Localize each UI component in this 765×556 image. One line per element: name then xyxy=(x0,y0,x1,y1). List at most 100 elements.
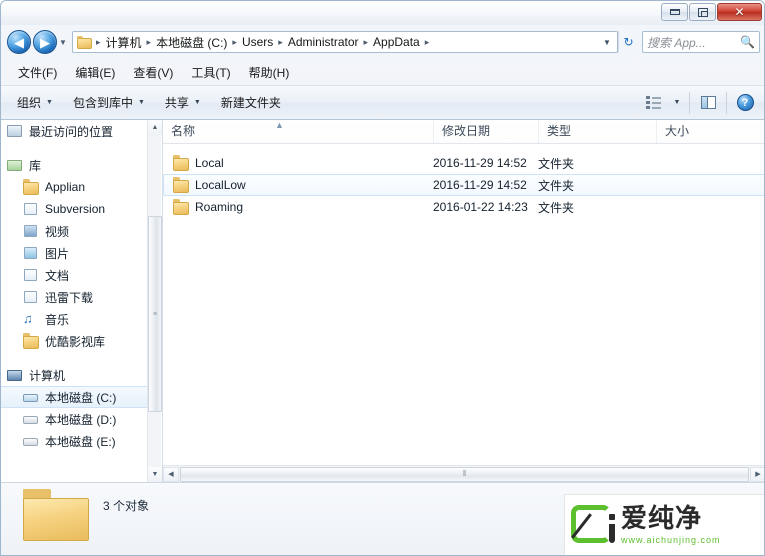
new-folder-label: 新建文件夹 xyxy=(220,96,281,110)
file-rows: Local 2016-11-29 14:52 文件夹 LocalLow 2016… xyxy=(163,144,764,218)
music-icon: ♫ xyxy=(23,311,33,326)
menu-item-view[interactable]: 查看(V) xyxy=(124,61,182,84)
horizontal-scrollbar-thumb[interactable]: ⦀ xyxy=(180,466,749,482)
restore-button[interactable] xyxy=(689,3,716,21)
breadcrumb-item-appdata[interactable]: AppData xyxy=(370,34,423,50)
scroll-down-arrow-icon[interactable]: ▼ xyxy=(148,467,162,482)
file-name-cell: LocalLow xyxy=(164,177,433,193)
breadcrumb-item-users[interactable]: Users xyxy=(239,34,276,50)
help-button[interactable]: ? xyxy=(730,90,760,115)
document-icon xyxy=(23,267,39,283)
sidebar-item-youku-library[interactable]: 优酷影视库 xyxy=(1,330,148,352)
change-view-button[interactable] xyxy=(638,90,668,115)
toolbar: 组织 ▼ 包含到库中 ▼ 共享 ▼ 新建文件夹 ▼ ? xyxy=(1,85,764,120)
toolbar-separator xyxy=(689,91,690,114)
change-view-dropdown[interactable]: ▼ xyxy=(668,90,686,115)
sidebar-item-subversion[interactable]: Subversion xyxy=(1,198,148,220)
table-row[interactable]: Roaming 2016-01-22 14:23 文件夹 xyxy=(163,196,764,218)
sidebar-item-label: 库 xyxy=(29,158,42,173)
include-in-library-button[interactable]: 包含到库中 ▼ xyxy=(63,90,155,115)
sidebar-item-label: 本地磁盘 (D:) xyxy=(45,412,117,427)
sidebar-item-local-disk-c[interactable]: 本地磁盘 (C:) xyxy=(1,386,148,408)
watermark-text: 爱纯净 www.aichunjing.com xyxy=(621,505,721,545)
breadcrumb-item-administrator[interactable]: Administrator xyxy=(285,34,362,50)
scroll-up-arrow-icon[interactable]: ▲ xyxy=(148,120,162,135)
sidebar-item-music[interactable]: ♫ 音乐 xyxy=(1,308,148,330)
close-button[interactable]: ✕ xyxy=(717,3,762,21)
address-bar-row: ◀ ▶ ▼ ▸ 计算机 ▸ 本地磁盘 (C:) ▸ Users ▸ Admini… xyxy=(1,25,764,59)
sort-indicator-icon: ▲ xyxy=(275,120,284,130)
window-controls: ✕ xyxy=(661,3,762,21)
share-button[interactable]: 共享 ▼ xyxy=(155,90,211,115)
breadcrumb-separator: ▸ xyxy=(363,36,369,47)
sidebar-item-label: Applian xyxy=(45,180,86,194)
sidebar-scrollbar[interactable]: ▲ ≡ ▼ xyxy=(147,120,162,482)
breadcrumb-separator: ▸ xyxy=(146,36,152,47)
column-header-date-modified[interactable]: 修改日期 xyxy=(433,120,538,143)
forward-arrow-icon: ▶ xyxy=(40,34,50,50)
back-button[interactable]: ◀ xyxy=(7,30,31,54)
table-row[interactable]: Local 2016-11-29 14:52 文件夹 xyxy=(163,152,764,174)
breadcrumb-separator: ▸ xyxy=(424,36,430,47)
organize-button[interactable]: 组织 ▼ xyxy=(7,90,63,115)
sidebar-item-local-disk-e[interactable]: 本地磁盘 (E:) xyxy=(1,430,148,452)
column-header-type[interactable]: 类型 xyxy=(538,120,656,143)
organize-label: 组织 xyxy=(17,96,42,110)
document-icon xyxy=(23,201,39,217)
sidebar-item-label: 迅雷下载 xyxy=(45,290,94,305)
navigation-pane: 最近访问的位置 库 Applian Subversion 视频 图片 文档 迅雷… xyxy=(1,120,163,482)
scrollbar-grip-icon: ⦀ xyxy=(462,469,467,478)
sidebar-item-label: 本地磁盘 (E:) xyxy=(45,434,116,449)
preview-pane-button[interactable] xyxy=(693,90,723,115)
new-folder-button[interactable]: 新建文件夹 xyxy=(211,90,291,115)
minimize-button[interactable] xyxy=(661,3,688,21)
sidebar-item-applian[interactable]: Applian xyxy=(1,176,148,198)
table-row[interactable]: LocalLow 2016-11-29 14:52 文件夹 xyxy=(163,174,764,196)
aichunjing-logo-icon xyxy=(571,505,615,545)
horizontal-scrollbar[interactable]: ◀ ⦀ ▶ xyxy=(163,465,764,482)
scroll-right-arrow-icon[interactable]: ▶ xyxy=(750,466,764,482)
forward-button[interactable]: ▶ xyxy=(33,30,57,54)
file-name: Local xyxy=(195,156,224,170)
include-in-library-label: 包含到库中 xyxy=(72,96,133,110)
breadcrumb-item-local-disk-c[interactable]: 本地磁盘 (C:) xyxy=(153,33,230,52)
search-input[interactable]: 搜索 App... 🔍 xyxy=(642,31,760,53)
sidebar-item-recent-places[interactable]: 最近访问的位置 xyxy=(1,120,148,142)
system-drive-icon xyxy=(23,389,39,405)
file-list-pane: 名称 修改日期 类型 大小 ▲ Local 2016-11-29 14:52 文… xyxy=(163,120,764,482)
menu-item-help[interactable]: 帮助(H) xyxy=(240,61,299,84)
sidebar-item-computer[interactable]: 计算机 xyxy=(1,364,148,386)
file-modified: 2016-01-22 14:23 xyxy=(433,200,528,214)
breadcrumb-item-computer[interactable]: 计算机 xyxy=(103,33,145,52)
menu-item-edit[interactable]: 编辑(E) xyxy=(66,61,124,84)
file-modified: 2016-11-29 14:52 xyxy=(433,178,527,192)
sidebar-item-local-disk-d[interactable]: 本地磁盘 (D:) xyxy=(1,408,148,430)
menu-item-tools[interactable]: 工具(T) xyxy=(182,61,239,84)
sidebar-scrollbar-thumb[interactable]: ≡ xyxy=(148,216,162,412)
file-modified: 2016-11-29 14:52 xyxy=(433,156,527,170)
file-name: LocalLow xyxy=(195,178,246,192)
breadcrumb-separator: ▸ xyxy=(96,36,101,47)
sidebar-item-pictures[interactable]: 图片 xyxy=(1,242,148,264)
address-bar[interactable]: ▸ 计算机 ▸ 本地磁盘 (C:) ▸ Users ▸ Administrato… xyxy=(72,31,618,53)
sidebar-item-videos[interactable]: 视频 xyxy=(1,220,148,242)
file-name-cell: Roaming xyxy=(164,199,433,215)
column-header-name[interactable]: 名称 xyxy=(163,120,433,143)
history-dropdown-button[interactable]: ▼ xyxy=(57,38,69,47)
scroll-left-arrow-icon[interactable]: ◀ xyxy=(163,466,179,482)
sidebar-item-thunder-download[interactable]: 迅雷下载 xyxy=(1,286,148,308)
sidebar-item-libraries[interactable]: 库 xyxy=(1,154,148,176)
scrollbar-grip-icon: ≡ xyxy=(152,310,158,318)
chevron-down-icon[interactable]: ▼ xyxy=(599,38,615,47)
drive-icon xyxy=(23,411,39,427)
menu-item-file[interactable]: 文件(F) xyxy=(9,61,66,84)
sidebar-item-label: 最近访问的位置 xyxy=(29,124,114,139)
refresh-button[interactable]: ↻ xyxy=(618,31,638,53)
file-type: 文件夹 xyxy=(538,178,575,193)
file-type: 文件夹 xyxy=(538,200,575,215)
title-bar: ✕ xyxy=(1,1,764,25)
chevron-down-icon: ▼ xyxy=(193,99,201,106)
sidebar-item-documents[interactable]: 文档 xyxy=(1,264,148,286)
column-header-size[interactable]: 大小 xyxy=(656,120,746,143)
